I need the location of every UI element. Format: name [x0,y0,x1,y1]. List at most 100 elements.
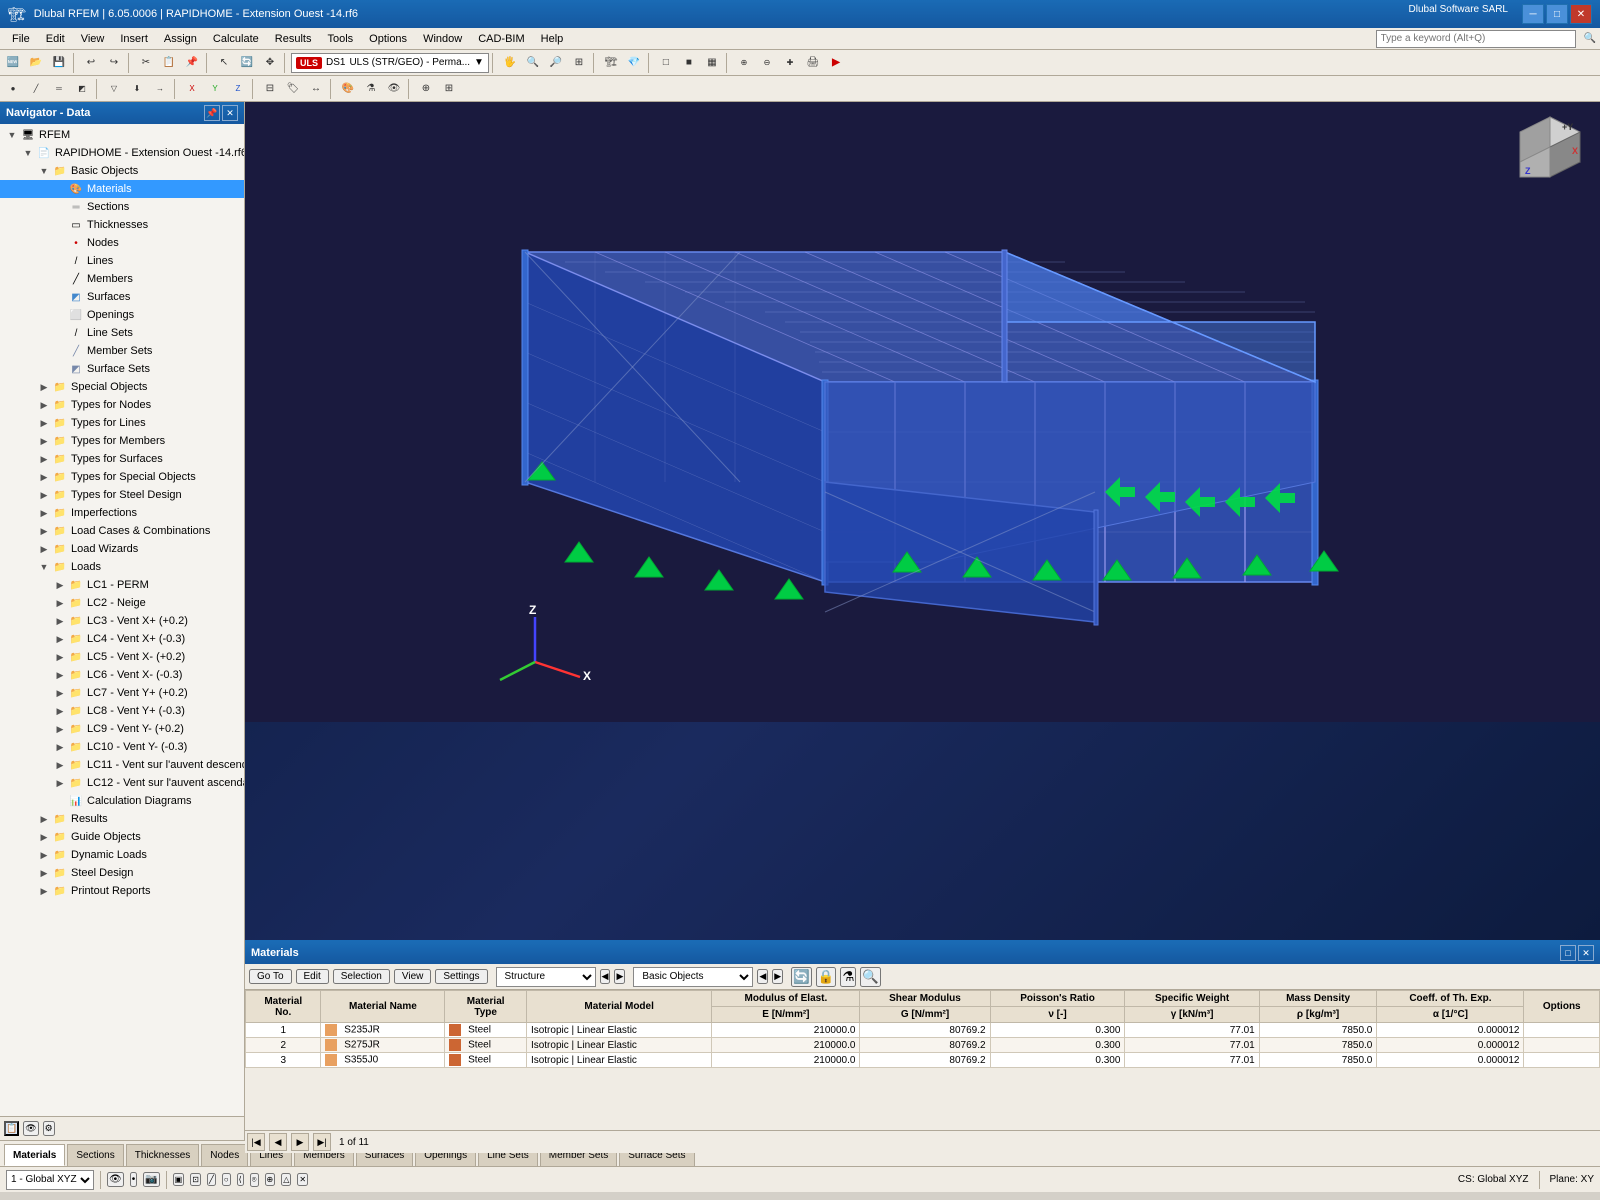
menu-window[interactable]: Window [415,31,470,47]
tb-wire[interactable]: □ [655,52,677,74]
tree-materials[interactable]: 🎨 Materials [0,180,244,198]
status-btn5[interactable]: ⟨ [237,1173,244,1186]
page-prev[interactable]: ◀ [269,1133,287,1151]
mat-next[interactable]: ▶ [614,969,625,984]
mat-lock[interactable]: 🔒 [816,967,837,987]
tab-thicknesses[interactable]: Thicknesses [126,1144,200,1166]
status-btn2[interactable]: ⊡ [190,1173,201,1186]
uls-dropdown[interactable]: ULS DS1 ULS (STR/GEO) - Perma... ▼ [291,53,489,73]
tb2-label[interactable]: 🏷 [282,78,304,100]
tree-surfaces[interactable]: ◩ Surfaces [0,288,244,306]
tree-project[interactable]: ▼ 📄 RAPIDHOME - Extension Ouest -14.rf6 [0,144,244,162]
tree-lines[interactable]: / Lines [0,252,244,270]
tree-lc4[interactable]: ▶ 📁 LC4 - Vent X+ (-0.3) [0,630,244,648]
tb-print[interactable]: 🖨 [802,52,824,74]
menu-edit[interactable]: Edit [38,31,73,47]
tb-redo[interactable]: ↪ [103,52,125,74]
search-input[interactable] [1376,30,1576,48]
nav-filter-btn[interactable]: ⚙ [43,1121,55,1136]
menu-tools[interactable]: Tools [319,31,361,47]
tree-lc3[interactable]: ▶ 📁 LC3 - Vent X+ (+0.2) [0,612,244,630]
tree-steel-design[interactable]: ▶ 📁 Steel Design [0,864,244,882]
status-btn4[interactable]: ○ [222,1173,231,1186]
tree-lc2[interactable]: ▶ 📁 LC2 - Neige [0,594,244,612]
view-dropdown[interactable]: 1 - Global XYZ [6,1170,94,1190]
tb-more1[interactable]: ⊕ [733,52,755,74]
tb-render[interactable]: 💎 [623,52,645,74]
tb-zoom-in[interactable]: 🔍 [522,52,544,74]
tree-lc10[interactable]: ▶ 📁 LC10 - Vent Y- (-0.3) [0,738,244,756]
page-last[interactable]: ▶| [313,1133,331,1151]
mat-filter-btn[interactable]: ⚗ [840,967,856,987]
status-eye[interactable]: 👁 [107,1172,124,1187]
status-btn1[interactable]: ▣ [173,1173,185,1186]
tb-rotate[interactable]: 🔄 [236,52,258,74]
tree-nodes[interactable]: • Nodes [0,234,244,252]
mat-settings[interactable]: Settings [435,969,487,984]
tb-more2[interactable]: ⊖ [756,52,778,74]
tree-sections[interactable]: ═ Sections [0,198,244,216]
tb2-color[interactable]: 🎨 [337,78,359,100]
tb2-grid[interactable]: ⊞ [438,78,460,100]
tb-move[interactable]: ✥ [259,52,281,74]
menu-insert[interactable]: Insert [112,31,156,47]
nav-cube[interactable]: +Y X Z [1510,112,1590,192]
tb-new[interactable]: 🆕 [2,52,24,74]
tree-basic-objects[interactable]: ▼ 📁 Basic Objects [0,162,244,180]
tb-3d[interactable]: 🏗 [600,52,622,74]
tb2-member[interactable]: ═ [48,78,70,100]
status-btn6[interactable]: ⌾ [250,1173,259,1187]
tb-cut[interactable]: ✂ [135,52,157,74]
close-button[interactable]: ✕ [1570,4,1592,24]
tree-types-steel[interactable]: ▶ 📁 Types for Steel Design [0,486,244,504]
status-btn8[interactable]: △ [281,1173,291,1186]
tree-openings[interactable]: ⬜ Openings [0,306,244,324]
tb-fit[interactable]: ⊞ [568,52,590,74]
viewport-canvas[interactable]: Z X +Y [245,102,1600,940]
tree-surfacesets[interactable]: ◩ Surface Sets [0,360,244,378]
nav-view-btn[interactable]: 👁 [23,1121,38,1136]
tree-load-cases[interactable]: ▶ 📁 Load Cases & Combinations [0,522,244,540]
minimize-button[interactable]: ─ [1522,4,1544,24]
tb-select[interactable]: ↖ [213,52,235,74]
nav-data-btn[interactable]: 📋 [4,1121,19,1136]
structure-dropdown[interactable]: Structure [496,967,596,987]
maximize-button[interactable]: □ [1546,4,1568,24]
tree-membersets[interactable]: ╱ Member Sets [0,342,244,360]
menu-cad-bim[interactable]: CAD-BIM [470,31,532,47]
tb-zoom-out[interactable]: 🔎 [545,52,567,74]
page-next[interactable]: ▶ [291,1133,309,1151]
tab-materials[interactable]: Materials [4,1144,65,1166]
tb-copy[interactable]: 📋 [158,52,180,74]
menu-view[interactable]: View [73,31,113,47]
tree-types-members[interactable]: ▶ 📁 Types for Members [0,432,244,450]
menu-help[interactable]: Help [533,31,572,47]
tb2-yview[interactable]: Y [204,78,226,100]
tb2-support[interactable]: ▽ [103,78,125,100]
tree-calc-diagrams[interactable]: 📊 Calculation Diagrams [0,792,244,810]
tab-nodes[interactable]: Nodes [201,1144,248,1166]
tb-undo[interactable]: ↩ [80,52,102,74]
tree-types-lines[interactable]: ▶ 📁 Types for Lines [0,414,244,432]
nav-close[interactable]: ✕ [222,105,238,121]
tb2-line[interactable]: ╱ [25,78,47,100]
tb-hidden[interactable]: ▦ [701,52,723,74]
tree-thicknesses[interactable]: ▭ Thicknesses [0,216,244,234]
tree-lc12[interactable]: ▶ 📁 LC12 - Vent sur l'auvent ascendant [0,774,244,792]
tb2-node[interactable]: ● [2,78,24,100]
tree-results[interactable]: ▶ 📁 Results [0,810,244,828]
mat-prev[interactable]: ◀ [600,969,611,984]
status-camera[interactable]: 📷 [143,1172,159,1187]
mat-refresh[interactable]: 🔄 [791,967,812,987]
tree-load-wizards[interactable]: ▶ 📁 Load Wizards [0,540,244,558]
tree-imperfections[interactable]: ▶ 📁 Imperfections [0,504,244,522]
tb2-force[interactable]: → [149,78,171,100]
tb2-display[interactable]: 👁 [383,78,405,100]
tree-linesets[interactable]: / Line Sets [0,324,244,342]
materials-close-btn[interactable]: ✕ [1578,945,1594,961]
tree-lc1[interactable]: ▶ 📁 LC1 - PERM [0,576,244,594]
tb2-zview[interactable]: Z [227,78,249,100]
mat-selection[interactable]: Selection [333,969,390,984]
menu-calculate[interactable]: Calculate [205,31,267,47]
tree-lc6[interactable]: ▶ 📁 LC6 - Vent X- (-0.3) [0,666,244,684]
